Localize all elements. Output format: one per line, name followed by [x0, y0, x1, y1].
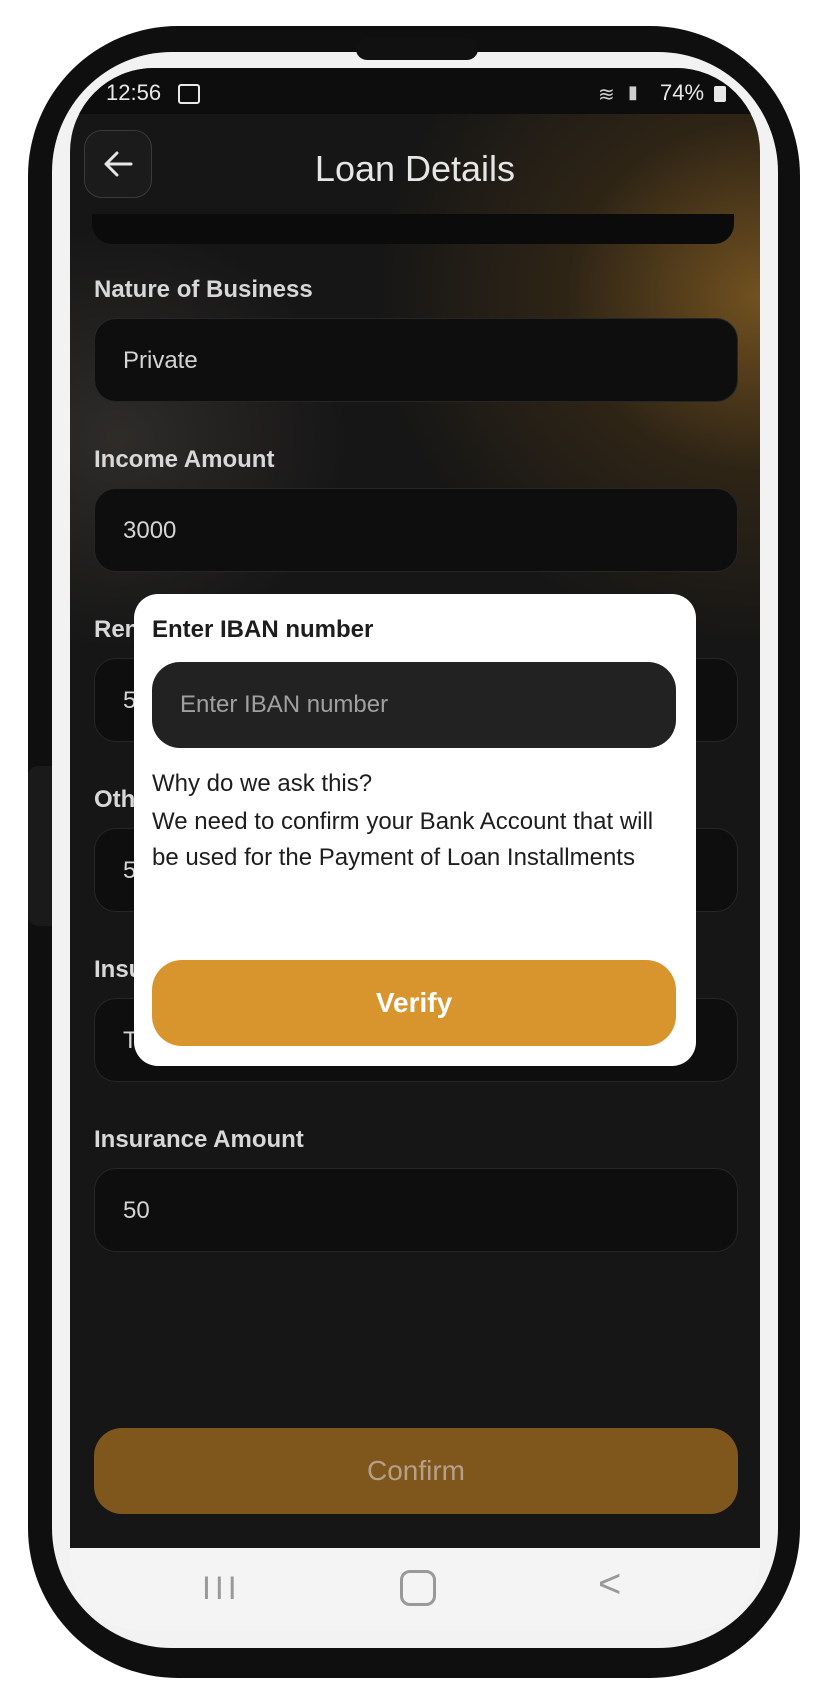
- verify-button[interactable]: Verify: [152, 960, 676, 1046]
- recents-icon[interactable]: III: [202, 1570, 241, 1607]
- field-label-income-amount: Income Amount: [94, 446, 275, 473]
- field-label-insurance-amount: Insurance Amount: [94, 1126, 304, 1153]
- page-title: Loan Details: [314, 148, 516, 189]
- dialog-why-heading: Why do we ask this?: [152, 770, 373, 797]
- scrolled-field: [92, 214, 734, 244]
- status-time: 12:56: [106, 80, 162, 105]
- field-label-other: Oth: [94, 786, 136, 813]
- home-icon[interactable]: [400, 1570, 436, 1606]
- status-bar: 12:56 ≋ ▮ 74%: [70, 68, 760, 114]
- insurance-amount-field[interactable]: 50: [94, 1168, 738, 1252]
- battery-icon: [714, 86, 726, 102]
- nature-of-business-field[interactable]: Private: [94, 318, 738, 402]
- android-nav-bar: III <: [70, 1548, 760, 1630]
- income-amount-field[interactable]: 3000: [94, 488, 738, 572]
- field-label-rent: Ren: [94, 616, 140, 643]
- confirm-button[interactable]: Confirm: [94, 1428, 738, 1514]
- phone-speaker: [356, 38, 478, 60]
- gallery-notification-icon: [178, 84, 200, 104]
- dialog-explanation: We need to confirm your Bank Account tha…: [152, 808, 654, 871]
- dialog-title: Enter IBAN number: [152, 616, 374, 643]
- signal-icon: ▮: [628, 82, 638, 102]
- iban-dialog: Enter IBAN number Why do we ask this? We…: [134, 594, 696, 1066]
- field-label-nature-of-business: Nature of Business: [94, 276, 313, 303]
- nav-back-icon[interactable]: <: [598, 1562, 621, 1607]
- wifi-icon: ≋: [598, 84, 615, 106]
- battery-percent: 74%: [660, 80, 705, 105]
- iban-input[interactable]: [152, 662, 676, 748]
